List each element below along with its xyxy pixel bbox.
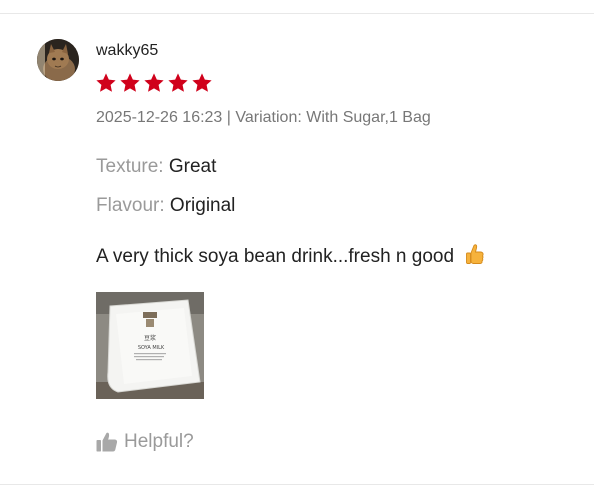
top-divider	[0, 13, 594, 14]
attribute-flavour: Flavour: Original	[96, 195, 235, 217]
reviewer-username: wakky65	[96, 42, 159, 59]
star-icon	[192, 73, 212, 92]
attribute-label: Flavour:	[96, 195, 165, 216]
review-date: 2025-12-26 16:23	[96, 109, 223, 126]
rating-stars	[95, 72, 213, 94]
star-icon	[144, 73, 164, 92]
avatar[interactable]	[37, 39, 79, 81]
star-icon	[96, 73, 116, 92]
variation-label: Variation:	[235, 109, 302, 126]
variation-value: With Sugar,1 Bag	[306, 109, 431, 126]
attribute-texture: Texture: Great	[96, 156, 216, 178]
star-icon	[168, 73, 188, 92]
attribute-value: Original	[169, 195, 236, 216]
helpful-button[interactable]: Helpful?	[96, 431, 194, 453]
helpful-label: Helpful?	[124, 431, 194, 452]
photo-caption-en: SOYA MILK	[138, 345, 165, 351]
bottom-divider	[0, 484, 594, 485]
photo-caption-cn: 豆浆	[144, 334, 156, 342]
thumbs-up-icon	[96, 432, 118, 452]
review-meta: 2025-12-26 16:23 | Variation: With Sugar…	[96, 109, 431, 127]
review-photo-thumbnail[interactable]: 豆浆 SOYA MILK	[96, 292, 204, 399]
review-body: A very thick soya bean drink...fresh n g…	[96, 246, 455, 267]
meta-separator: |	[226, 109, 231, 126]
attribute-label: Texture:	[96, 156, 164, 177]
thumbs-up-emoji-icon	[465, 243, 485, 271]
star-icon	[120, 73, 140, 92]
review-text-block: A very thick soya bean drink...fresh n g…	[96, 243, 485, 271]
attribute-value: Great	[168, 156, 217, 177]
